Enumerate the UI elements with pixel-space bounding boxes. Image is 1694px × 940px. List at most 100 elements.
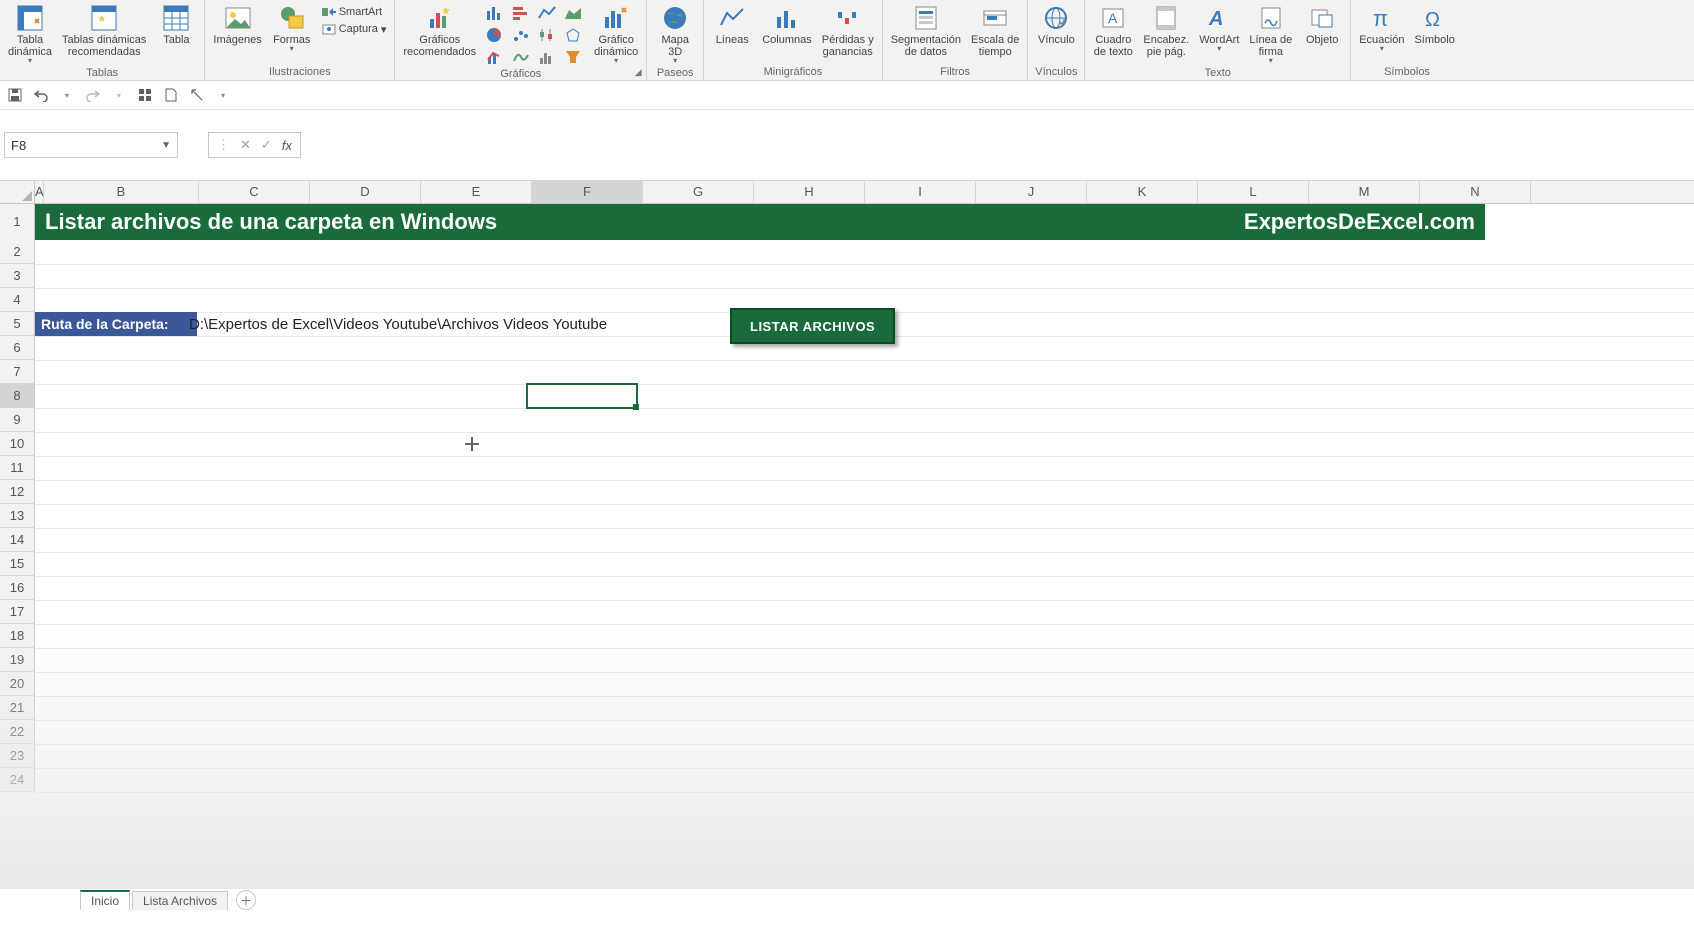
row-header[interactable]: 12 xyxy=(0,480,35,504)
row-header[interactable]: 9 xyxy=(0,408,35,432)
sparkline-column-button[interactable]: Columnas xyxy=(758,2,816,48)
column-header[interactable]: B xyxy=(44,181,199,203)
row-header[interactable]: 22 xyxy=(0,720,35,744)
row-header[interactable]: 11 xyxy=(0,456,35,480)
chart-column-icon[interactable] xyxy=(484,4,506,22)
capture-button[interactable]: Captura ▾ xyxy=(320,21,389,37)
chart-combo-icon[interactable] xyxy=(484,48,506,66)
row-cells[interactable] xyxy=(35,264,1694,289)
save-icon[interactable] xyxy=(6,86,24,104)
redo-icon[interactable] xyxy=(84,86,102,104)
row-header[interactable]: 4 xyxy=(0,288,35,312)
object-button[interactable]: Objeto xyxy=(1298,2,1346,48)
column-header[interactable]: A xyxy=(35,181,44,203)
table-button[interactable]: Tabla xyxy=(152,2,200,48)
row-cells[interactable]: Listar archivos de una carpeta en Window… xyxy=(35,204,1694,240)
row-cells[interactable] xyxy=(35,408,1694,433)
textbox-button[interactable]: A Cuadro de texto xyxy=(1089,2,1137,60)
name-box[interactable]: F8 ▼ xyxy=(4,132,178,158)
row-header[interactable]: 6 xyxy=(0,336,35,360)
symbol-button[interactable]: Ω Símbolo xyxy=(1410,2,1458,48)
column-header[interactable]: D xyxy=(310,181,421,203)
chart-hist-icon[interactable] xyxy=(536,48,558,66)
row-cells[interactable]: Ruta de la Carpeta:D:\Expertos de Excel\… xyxy=(35,312,1694,337)
chart-scatter-icon[interactable] xyxy=(510,26,532,44)
chart-surface-icon[interactable] xyxy=(510,48,532,66)
folder-path-cell[interactable]: D:\Expertos de Excel\Videos Youtube\Arch… xyxy=(189,312,607,336)
images-button[interactable]: Imágenes xyxy=(209,2,265,48)
row-cells[interactable] xyxy=(35,240,1694,265)
row-cells[interactable] xyxy=(35,720,1694,745)
qat-touch-icon[interactable] xyxy=(188,86,206,104)
column-header[interactable]: E xyxy=(421,181,532,203)
row-header[interactable]: 23 xyxy=(0,744,35,768)
smartart-button[interactable]: SmartArt xyxy=(320,4,384,20)
timeline-button[interactable]: Escala de tiempo xyxy=(967,2,1023,60)
qat-newfile-icon[interactable] xyxy=(162,86,180,104)
undo-icon[interactable] xyxy=(32,86,50,104)
wordart-button[interactable]: A WordArt ▾ xyxy=(1195,2,1243,55)
qat-grid-icon[interactable] xyxy=(136,86,154,104)
row-cells[interactable] xyxy=(35,384,1694,409)
chart-radar-icon[interactable] xyxy=(562,26,584,44)
row-cells[interactable] xyxy=(35,360,1694,385)
row-cells[interactable] xyxy=(35,480,1694,505)
row-cells[interactable] xyxy=(35,696,1694,721)
row-header[interactable]: 24 xyxy=(0,768,35,792)
row-header[interactable]: 20 xyxy=(0,672,35,696)
cancel-formula-icon[interactable]: ✕ xyxy=(240,137,251,153)
row-cells[interactable] xyxy=(35,600,1694,625)
row-header[interactable]: 8 xyxy=(0,384,35,408)
row-cells[interactable] xyxy=(35,528,1694,553)
row-cells[interactable] xyxy=(35,768,1694,793)
chart-stock-icon[interactable] xyxy=(536,26,558,44)
chevron-down-icon[interactable]: ▼ xyxy=(161,140,171,151)
pivot-table-button[interactable]: Tabla dinámica ▾ xyxy=(4,2,56,67)
undo-dropdown-icon[interactable]: ▾ xyxy=(58,86,76,104)
column-header[interactable]: G xyxy=(643,181,754,203)
chart-funnel-icon[interactable] xyxy=(562,48,584,66)
row-cells[interactable] xyxy=(35,504,1694,529)
column-header[interactable]: I xyxy=(865,181,976,203)
column-header[interactable]: N xyxy=(1420,181,1531,203)
row-cells[interactable] xyxy=(35,672,1694,697)
accept-formula-icon[interactable]: ✓ xyxy=(261,137,272,153)
row-header[interactable]: 18 xyxy=(0,624,35,648)
column-header[interactable]: M xyxy=(1309,181,1420,203)
fx-icon[interactable]: fx xyxy=(282,138,292,153)
chart-pie-icon[interactable] xyxy=(484,26,506,44)
column-header[interactable]: J xyxy=(976,181,1087,203)
column-header[interactable]: L xyxy=(1198,181,1309,203)
column-header[interactable]: C xyxy=(199,181,310,203)
slicer-button[interactable]: Segmentación de datos xyxy=(887,2,965,60)
row-header[interactable]: 19 xyxy=(0,648,35,672)
dialog-launcher-icon[interactable]: ◢ xyxy=(632,66,644,78)
row-header[interactable]: 7 xyxy=(0,360,35,384)
row-header[interactable]: 2 xyxy=(0,240,35,264)
row-header[interactable]: 16 xyxy=(0,576,35,600)
map3d-button[interactable]: Mapa 3D ▾ xyxy=(651,2,699,67)
active-cell[interactable] xyxy=(526,383,638,409)
column-header[interactable]: K xyxy=(1087,181,1198,203)
row-header[interactable]: 15 xyxy=(0,552,35,576)
row-cells[interactable] xyxy=(35,432,1694,457)
row-header[interactable]: 17 xyxy=(0,600,35,624)
sheet-tab-other[interactable]: Lista Archivos xyxy=(132,891,228,910)
chart-line-icon[interactable] xyxy=(536,4,558,22)
row-cells[interactable] xyxy=(35,648,1694,673)
sparkline-winloss-button[interactable]: Pérdidas y ganancias xyxy=(818,2,878,60)
select-all-corner[interactable] xyxy=(0,181,35,203)
row-header[interactable]: 21 xyxy=(0,696,35,720)
hyperlink-button[interactable]: Vínculo xyxy=(1032,2,1080,48)
row-header[interactable]: 13 xyxy=(0,504,35,528)
column-header[interactable]: H xyxy=(754,181,865,203)
row-cells[interactable] xyxy=(35,456,1694,481)
row-header[interactable]: 10 xyxy=(0,432,35,456)
formula-input[interactable] xyxy=(305,133,1690,157)
row-cells[interactable] xyxy=(35,744,1694,769)
row-cells[interactable] xyxy=(35,552,1694,577)
redo-dropdown-icon[interactable]: ▾ xyxy=(110,86,128,104)
new-sheet-button[interactable]: ＋ xyxy=(236,890,256,910)
pivot-chart-button[interactable]: Gráfico dinámico ▾ xyxy=(590,2,642,67)
column-header[interactable]: F xyxy=(532,181,643,203)
